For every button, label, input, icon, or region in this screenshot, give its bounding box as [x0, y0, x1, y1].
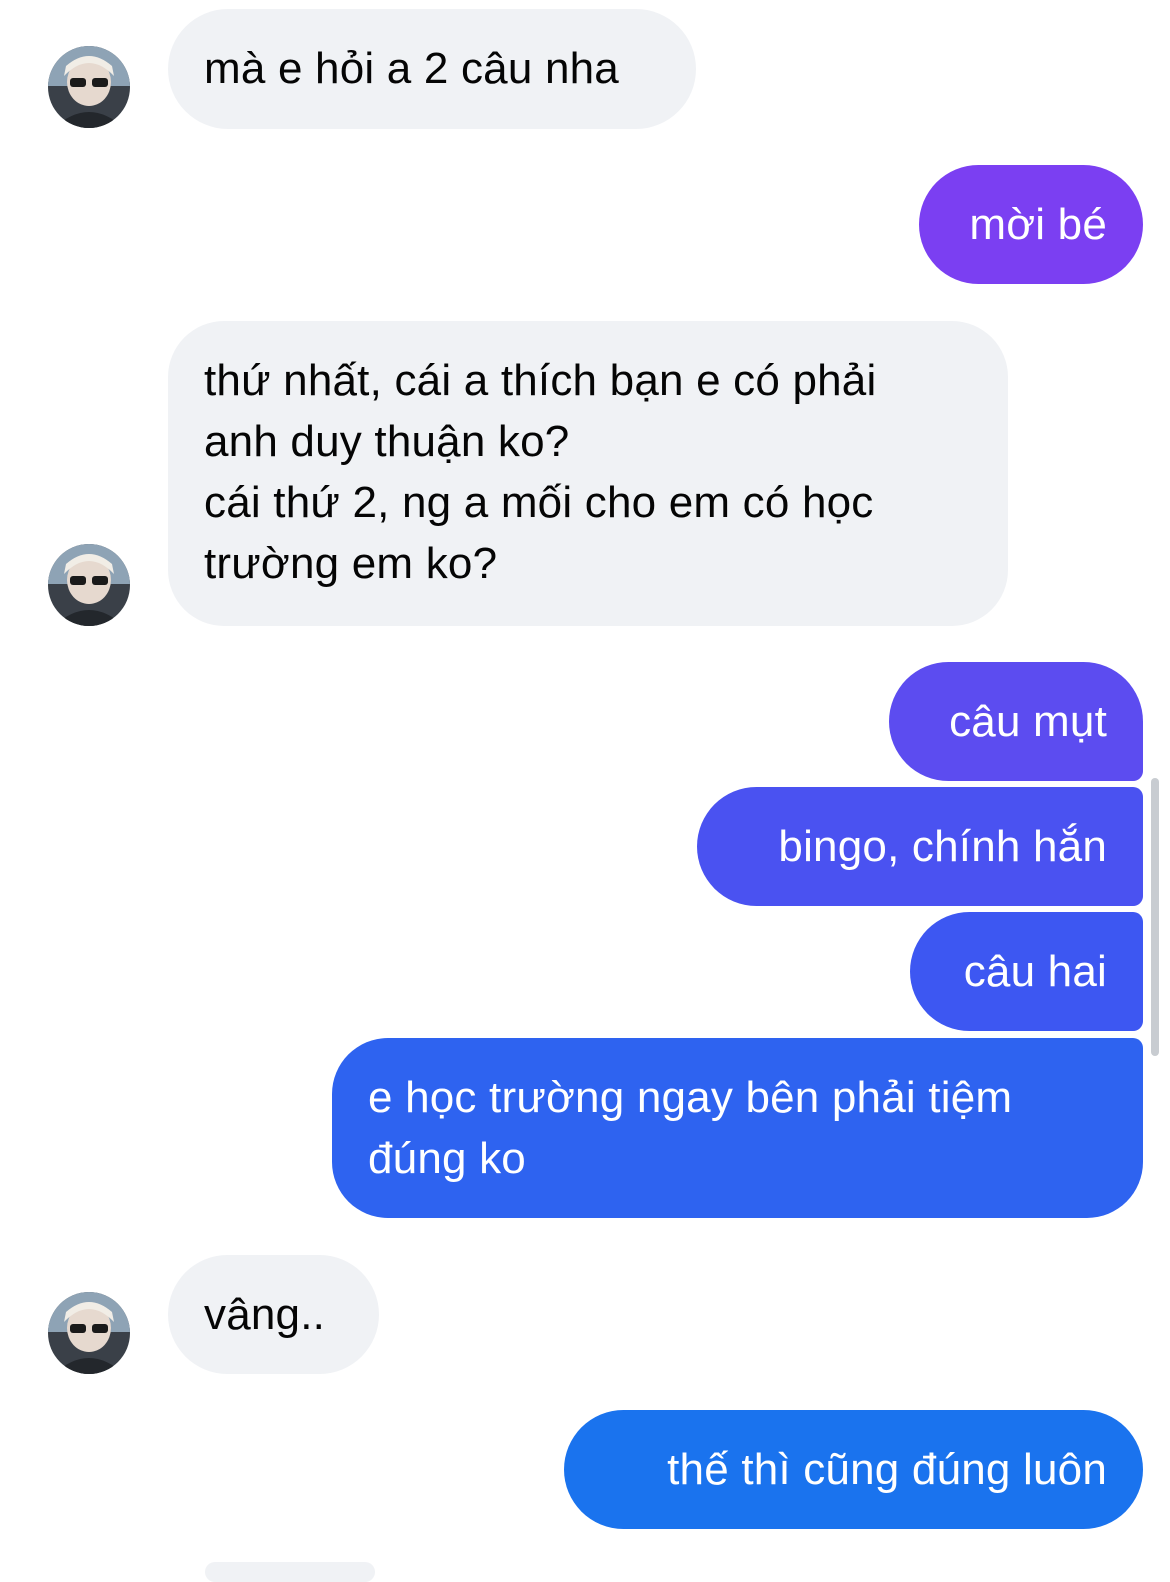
message-bubble-partial — [205, 1562, 375, 1582]
message-line: đúng ko — [368, 1134, 526, 1183]
message-line: cái thứ 2, ng a mối cho em có học — [204, 478, 874, 527]
message-text: thế thì cũng đúng luôn — [667, 1445, 1107, 1494]
message-line: thứ nhất, cái a thích bạn e có phải — [204, 356, 877, 405]
message-bubble-sent[interactable]: e học trường ngay bên phải tiệm đúng ko — [332, 1038, 1143, 1218]
message-bubble-received[interactable]: vâng.. — [168, 1255, 379, 1374]
message-text: mà e hỏi a 2 câu nha — [204, 44, 619, 93]
scrollbar-thumb[interactable] — [1151, 778, 1159, 1056]
message-text: vâng.. — [204, 1290, 326, 1339]
message-bubble-sent[interactable]: bingo, chính hắn — [697, 787, 1143, 906]
message-line: trường em ko? — [204, 539, 498, 588]
avatar-photo-icon — [48, 1292, 130, 1374]
contact-avatar[interactable] — [48, 46, 130, 128]
message-bubble-sent[interactable]: câu hai — [910, 912, 1143, 1031]
message-text: câu hai — [963, 947, 1107, 996]
message-bubble-received[interactable]: mà e hỏi a 2 câu nha — [168, 9, 696, 129]
contact-avatar[interactable] — [48, 1292, 130, 1374]
message-text: bingo, chính hắn — [778, 822, 1107, 871]
message-text: câu mụt — [949, 697, 1107, 746]
message-bubble-received[interactable]: thứ nhất, cái a thích bạn e có phải anh … — [168, 321, 1008, 626]
avatar-photo-icon — [48, 544, 130, 626]
message-bubble-sent[interactable]: mời bé — [919, 165, 1143, 284]
message-bubble-sent[interactable]: thế thì cũng đúng luôn — [564, 1410, 1143, 1529]
message-bubble-sent[interactable]: câu mụt — [889, 662, 1143, 781]
message-line: e học trường ngay bên phải tiệm — [368, 1073, 1013, 1122]
contact-avatar[interactable] — [48, 544, 130, 626]
avatar-photo-icon — [48, 46, 130, 128]
message-text: mời bé — [969, 200, 1107, 249]
message-line: anh duy thuận ko? — [204, 417, 570, 466]
